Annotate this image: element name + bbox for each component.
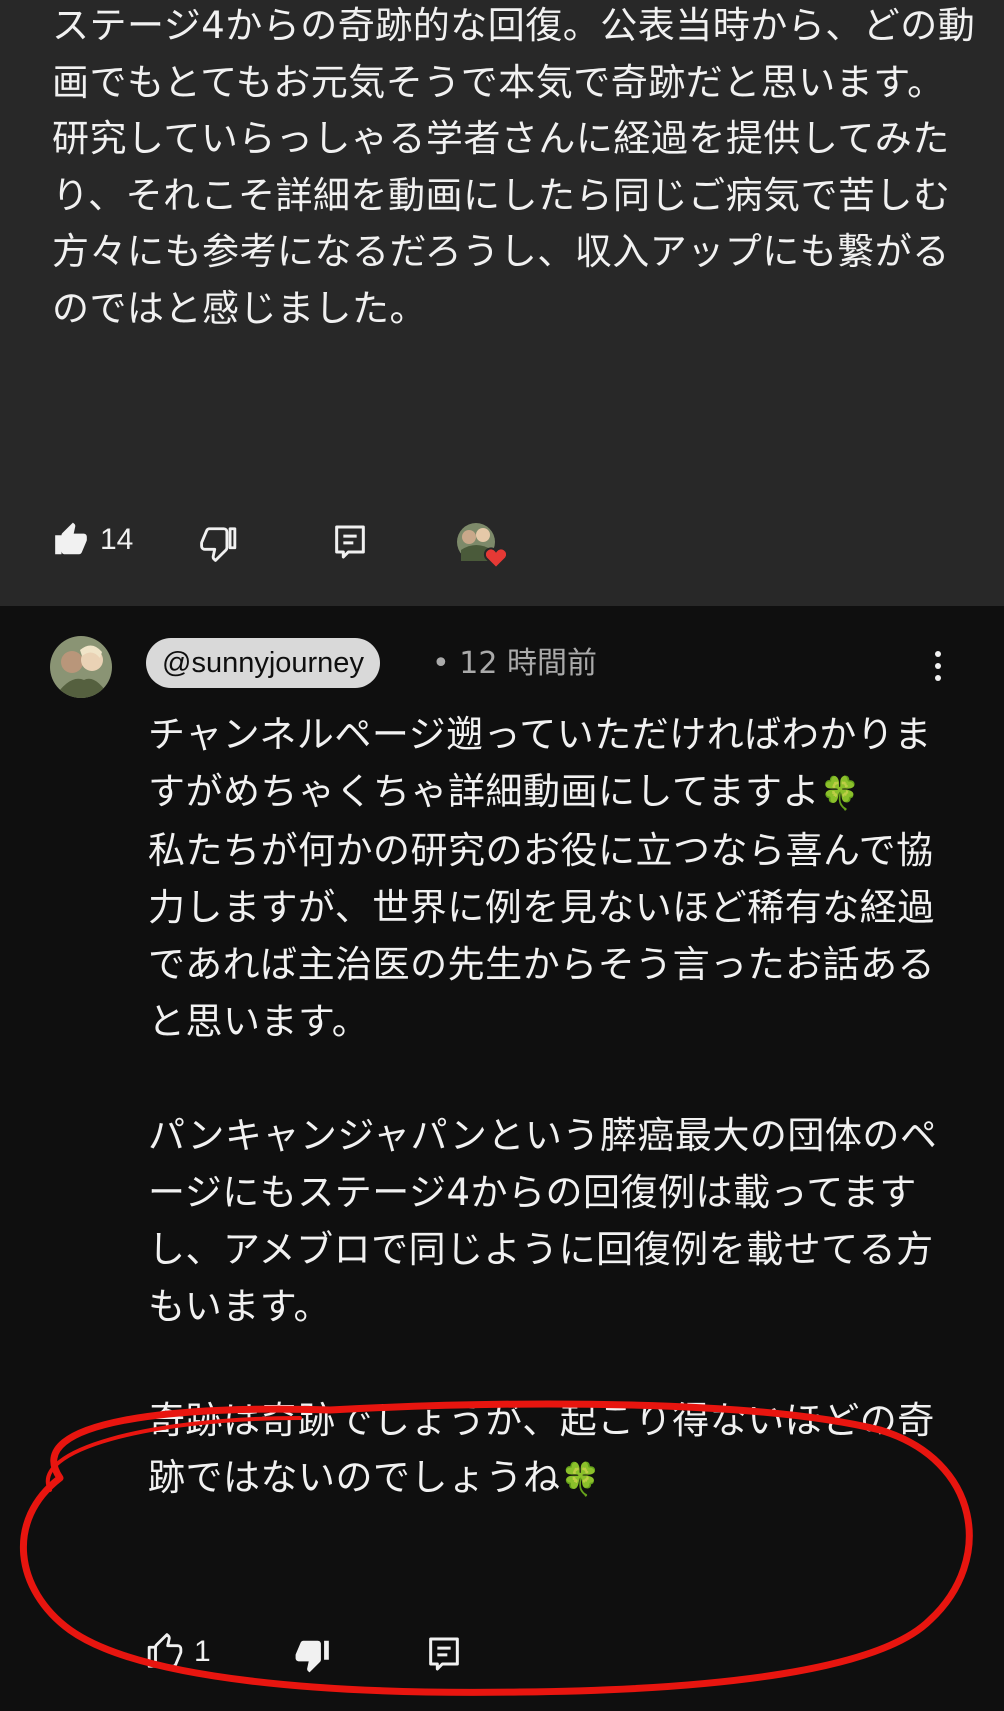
parent-comment: ステージ4からの奇跡的な回復。公表当時から、どの動画でもとてもお元気そうで本気で… bbox=[0, 0, 1004, 606]
timestamp: • 12 時間前 bbox=[432, 646, 597, 681]
reply-button[interactable] bbox=[330, 522, 370, 562]
reply-icon bbox=[335, 525, 365, 559]
clover-emoji: 🍀 bbox=[820, 774, 861, 812]
thumb-up-icon bbox=[147, 1633, 183, 1668]
reply-reply-button[interactable] bbox=[424, 1634, 464, 1674]
reply-like-count: 1 bbox=[194, 1635, 211, 1668]
avatar[interactable] bbox=[50, 636, 112, 698]
reply-text: チャンネルページ遡っていただければわかりますがめちゃくちゃ詳細動画にしてますよ🍀… bbox=[148, 706, 968, 1508]
dislike-button[interactable] bbox=[200, 524, 238, 562]
reply-paragraph-2: パンキャンジャパンという膵癌最大の団体のページにもステージ4からの回復例は載って… bbox=[148, 1114, 938, 1328]
creator-heart-icon bbox=[456, 520, 509, 570]
author-handle[interactable]: @sunnyjourney bbox=[146, 638, 380, 688]
reply-like-button[interactable]: 1 bbox=[146, 1633, 211, 1671]
like-button[interactable]: 14 bbox=[52, 521, 133, 559]
reply-dislike-button[interactable] bbox=[294, 1636, 332, 1674]
parent-comment-text: ステージ4からの奇跡的な回復。公表当時から、どの動画でもとてもお元気そうで本気で… bbox=[52, 4, 976, 330]
reply-paragraph-1-cont: 私たちが何かの研究のお役に立つなら喜んで協力しますが、世界に例を見ないほど稀有な… bbox=[148, 829, 936, 1043]
thumb-down-filled-icon bbox=[295, 1640, 329, 1673]
reply-paragraph-1: チャンネルページ遡っていただければわかりますがめちゃくちゃ詳細動画にしてますよ bbox=[148, 713, 932, 813]
like-count: 14 bbox=[100, 523, 134, 556]
reply-paragraph-3: 奇跡は奇跡でしょうが、起こり得ないほどの奇跡ではないのでしょうね bbox=[148, 1399, 935, 1499]
thumb-up-filled-icon bbox=[55, 522, 87, 555]
more-vert-icon[interactable] bbox=[926, 646, 950, 686]
clover-emoji: 🍀 bbox=[560, 1460, 601, 1498]
reply-icon bbox=[429, 1637, 459, 1671]
thumb-down-icon bbox=[200, 527, 237, 562]
reply-comment: @sunnyjourney • 12 時間前 チャンネルページ遡っていただければ… bbox=[0, 606, 1004, 1711]
